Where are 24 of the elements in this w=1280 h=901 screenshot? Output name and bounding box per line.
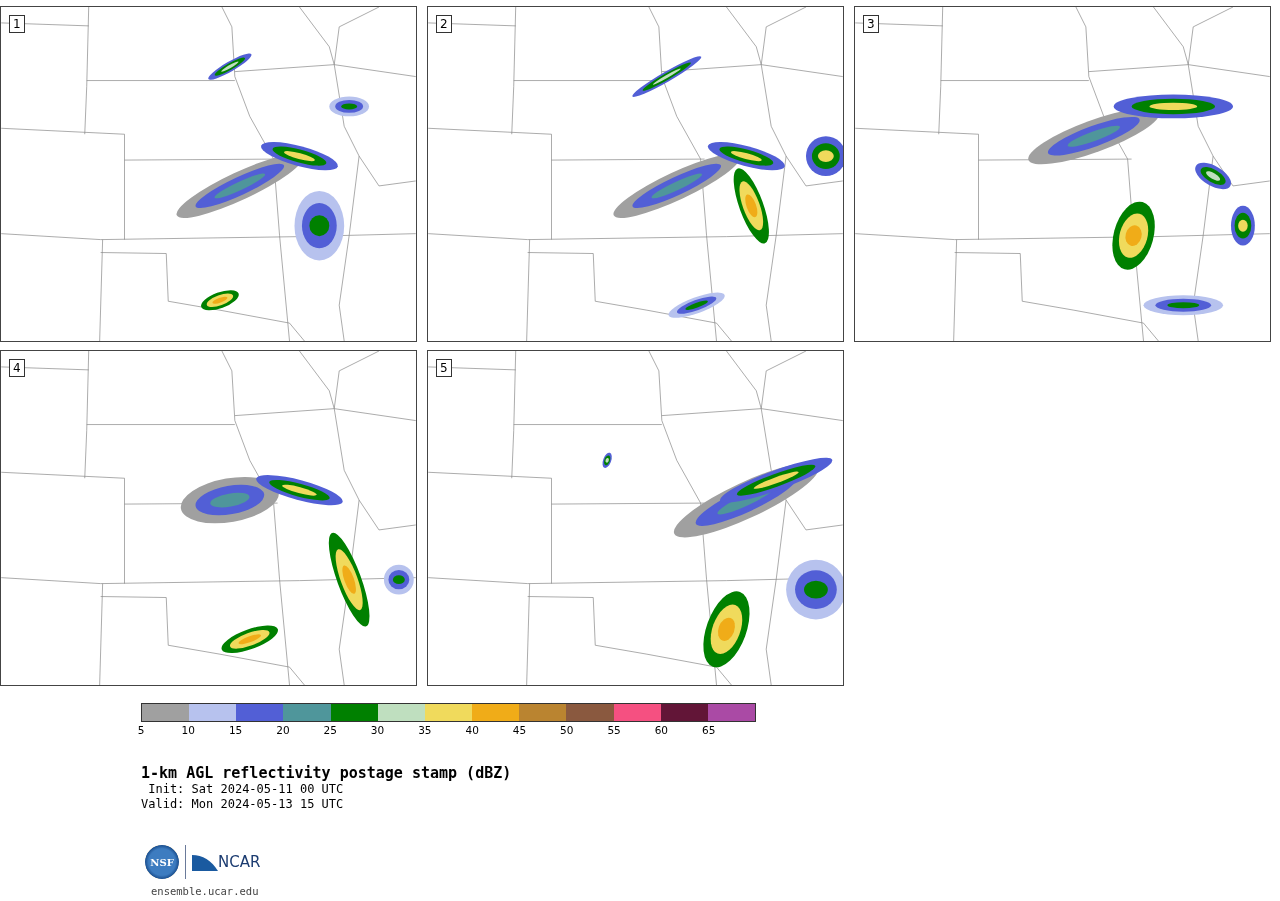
panel-number: 3 (863, 15, 879, 33)
colorbar-tick-label: 60 (654, 724, 669, 736)
colorbar-tick-label: 35 (418, 724, 432, 736)
colorbar-tick-label: 25 (323, 724, 337, 736)
panel-number: 2 (436, 15, 452, 33)
colorbar-tick-label: 50 (560, 724, 574, 736)
nsf-logo: NSF (145, 845, 179, 879)
colorbar-tick-label: 40 (465, 724, 479, 736)
colorbar-tick-label: 15 (228, 724, 243, 736)
valid-time: Valid: Mon 2024-05-13 15 UTC (141, 797, 345, 812)
colorbar-tick-label: 55 (607, 724, 621, 736)
colorbar-tick-label: 45 (512, 724, 527, 736)
init-time: Init: Sat 2024-05-11 00 UTC (147, 782, 345, 797)
panel-number: 5 (436, 359, 452, 377)
colorbar-tick-label: 20 (276, 724, 290, 736)
colorbar-tick-label: 30 (370, 724, 385, 736)
colorbar-tick-label: 10 (181, 724, 195, 736)
chart-title: 1-km AGL reflectivity postage stamp (dBZ) (141, 764, 513, 782)
website-url: ensemble.ucar.edu (151, 885, 260, 897)
colorbar-tick-label: 65 (702, 724, 716, 736)
colorbar-tick-label: 5 (137, 724, 145, 736)
ncar-logo: NCAR (192, 853, 261, 871)
panel-number: 1 (9, 15, 25, 33)
panel-number: 4 (9, 359, 25, 377)
